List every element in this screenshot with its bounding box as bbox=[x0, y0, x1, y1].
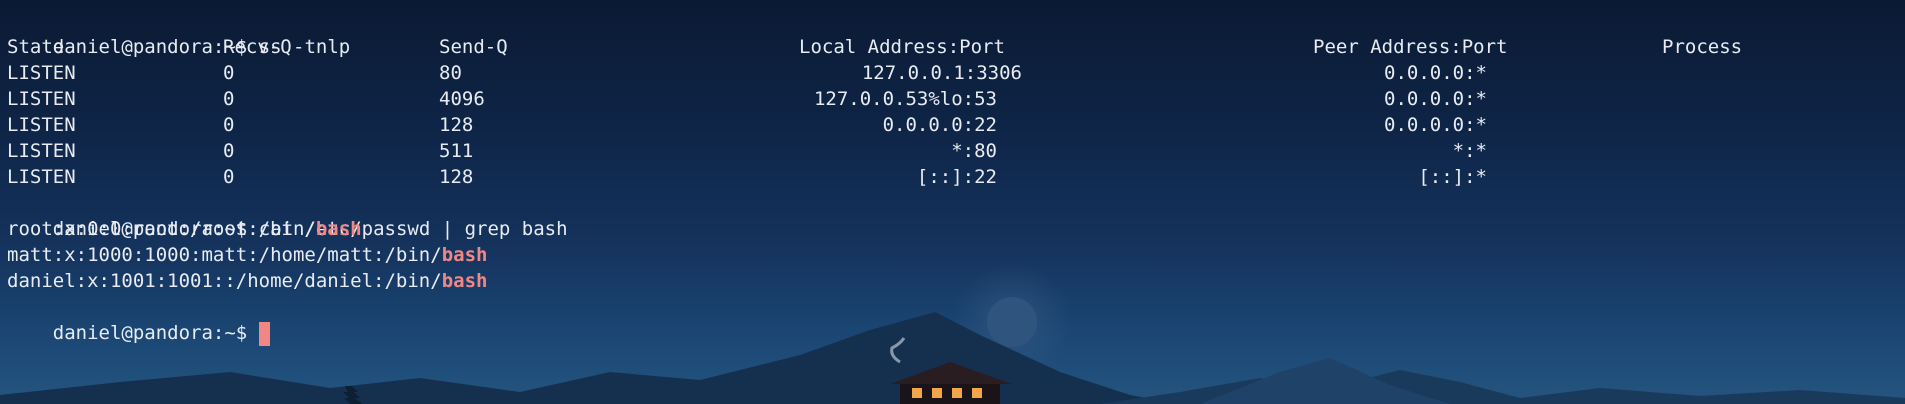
cell-local-address: 0.0.0.0:22 bbox=[882, 114, 997, 136]
cell-state: LISTEN bbox=[7, 140, 76, 162]
column-header-local-address: Local Address:Port bbox=[799, 36, 1005, 58]
cell-local-address: 127.0.0.1:3306 bbox=[861, 62, 1022, 84]
grep-result-line: daniel:x:1001:1001::/home/daniel:/bin/ba… bbox=[7, 268, 487, 294]
cell-local-address: [::]:22 bbox=[916, 166, 997, 188]
passwd-entry: daniel:x:1001:1001::/home/daniel:/bin/ bbox=[7, 270, 442, 292]
cell-local-address: *:80 bbox=[951, 140, 997, 162]
table-row: LISTEN 0 80 127.0.0.1:3306 0.0.0.0:* bbox=[7, 60, 1897, 86]
table-row: LISTEN 0 128 [::]:22 [::]:* bbox=[7, 164, 1897, 190]
table-row: LISTEN 0 4096 127.0.0.53%lo:53 0.0.0.0:* bbox=[7, 86, 1897, 112]
cell-state: LISTEN bbox=[7, 88, 76, 110]
cell-peer-address: *:* bbox=[1452, 140, 1487, 162]
column-header-sendq: Send-Q bbox=[439, 36, 508, 58]
terminal-line-current[interactable]: daniel@pandora:~$ bbox=[7, 294, 270, 346]
ss-table-header: State Recv-Q Send-Q Local Address:Port P… bbox=[7, 34, 1897, 60]
terminal-window[interactable]: daniel@pandora:~$ ss -tnlp State Recv-Q … bbox=[0, 0, 1905, 404]
cell-recvq: 0 bbox=[223, 62, 235, 84]
cell-recvq: 0 bbox=[223, 140, 235, 162]
passwd-entry: matt:x:1000:1000:matt:/home/matt:/bin/ bbox=[7, 244, 442, 266]
cell-sendq: 80 bbox=[439, 62, 462, 84]
cell-sendq: 4096 bbox=[439, 88, 485, 110]
cell-peer-address: 0.0.0.0:* bbox=[1384, 62, 1487, 84]
cell-state: LISTEN bbox=[7, 114, 76, 136]
cell-sendq: 128 bbox=[439, 166, 474, 188]
terminal-line-command: daniel@pandora:~$ cat /etc/passwd | grep… bbox=[7, 190, 568, 240]
column-header-recvq: Recv-Q bbox=[223, 36, 292, 58]
text-cursor[interactable] bbox=[258, 321, 270, 346]
column-header-state: State bbox=[7, 36, 65, 58]
passwd-entry: root:x:0:0:root:/root:/bin/ bbox=[7, 218, 316, 240]
grep-match: bash bbox=[315, 218, 362, 240]
cell-state: LISTEN bbox=[7, 62, 76, 84]
cell-peer-address: 0.0.0.0:* bbox=[1384, 88, 1487, 110]
cell-local-address: 127.0.0.53%lo:53 bbox=[813, 88, 997, 110]
grep-result-line: matt:x:1000:1000:matt:/home/matt:/bin/ba… bbox=[7, 242, 487, 268]
cell-recvq: 0 bbox=[223, 114, 235, 136]
grep-result-line: root:x:0:0:root:/root:/bin/bash bbox=[7, 216, 362, 242]
cell-peer-address: [::]:* bbox=[1418, 166, 1487, 188]
cell-peer-address: 0.0.0.0:* bbox=[1384, 114, 1487, 136]
cell-recvq: 0 bbox=[223, 88, 235, 110]
cell-state: LISTEN bbox=[7, 166, 76, 188]
cell-recvq: 0 bbox=[223, 166, 235, 188]
shell-prompt: daniel@pandora:~$ bbox=[52, 322, 248, 344]
terminal-line-command: daniel@pandora:~$ ss -tnlp bbox=[7, 8, 350, 58]
table-row: LISTEN 0 128 0.0.0.0:22 0.0.0.0:* bbox=[7, 112, 1897, 138]
table-row: LISTEN 0 511 *:80 *:* bbox=[7, 138, 1897, 164]
column-header-peer-address: Peer Address:Port bbox=[1313, 36, 1508, 58]
cell-sendq: 128 bbox=[439, 114, 474, 136]
cell-sendq: 511 bbox=[439, 140, 474, 162]
grep-match: bash bbox=[441, 270, 488, 292]
grep-match: bash bbox=[441, 244, 488, 266]
column-header-process: Process bbox=[1662, 36, 1743, 58]
